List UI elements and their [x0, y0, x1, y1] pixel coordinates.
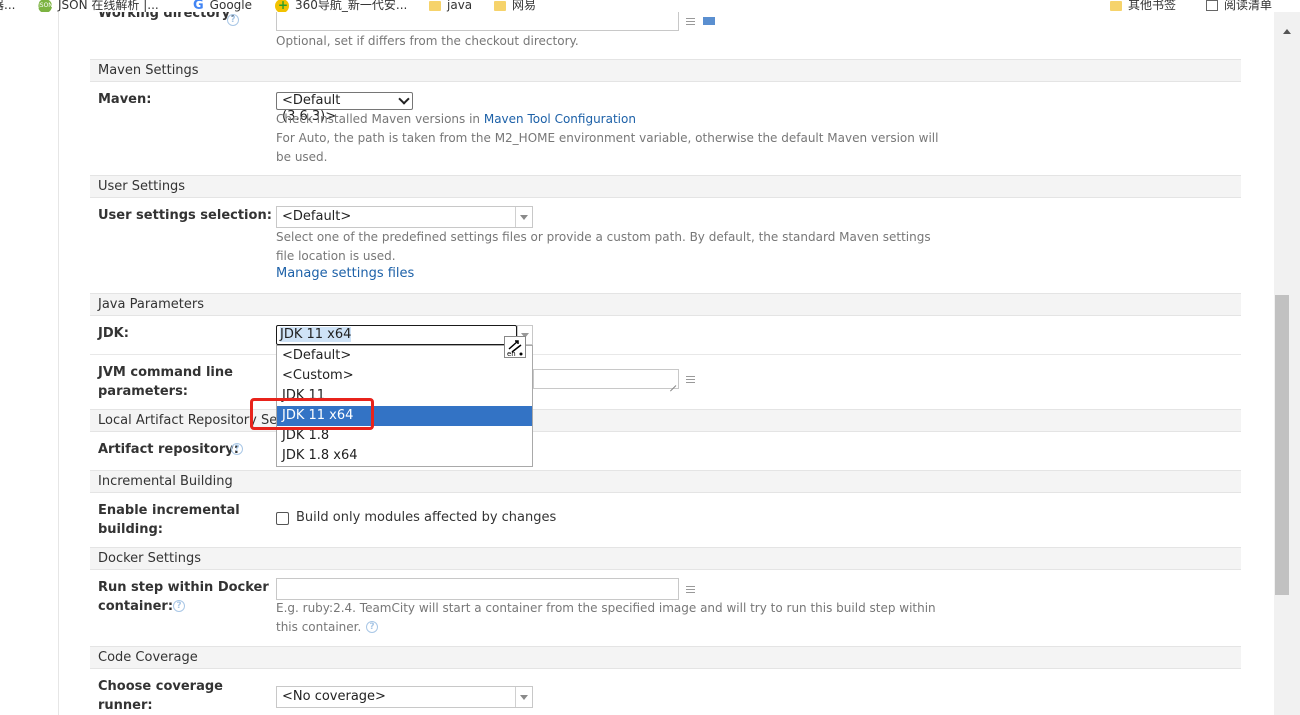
section-code-coverage: Code Coverage: [90, 646, 1241, 669]
jvm-params-input[interactable]: [533, 369, 679, 389]
tree-icon[interactable]: [703, 17, 715, 25]
jvm-label: JVM command line parameters:: [98, 365, 233, 399]
incremental-checkbox[interactable]: [276, 512, 289, 525]
ime-arrows-icon: en: [507, 340, 523, 358]
section-maven-settings: Maven Settings: [90, 59, 1241, 82]
help-icon[interactable]: ?: [231, 443, 243, 455]
incremental-label: Enable incremental building:: [98, 503, 240, 537]
bookmark-json[interactable]: JSON JSON 在线解析 |...: [38, 0, 159, 12]
json-icon: JSON: [38, 0, 53, 12]
svg-text:en: en: [507, 350, 516, 357]
chevron-down-icon[interactable]: [515, 207, 532, 227]
section-incremental-building: Incremental Building: [90, 470, 1241, 493]
user-settings-hint-2: file location is used.: [276, 249, 396, 263]
maven-label: Maven:: [98, 92, 152, 107]
bookmark-google[interactable]: G Google: [193, 0, 252, 12]
docker-hint-2: this container.: [276, 620, 362, 634]
maven-hint: Check installed Maven versions in Maven …: [276, 112, 636, 126]
edit-icon[interactable]: [686, 586, 695, 593]
annotation-highlight-box: [250, 398, 374, 430]
section-docker-settings: Docker Settings: [90, 547, 1241, 570]
working-directory-hint: Optional, set if differs from the checko…: [276, 34, 579, 48]
chevron-down-icon: [398, 93, 410, 105]
bookmarks-bar: 器... JSONJSON 在线解析 |... GGoogle 360导航_新一…: [0, 0, 1300, 12]
resize-handle[interactable]: [670, 380, 676, 386]
scrollbar-thumb[interactable]: [1275, 295, 1289, 595]
bookmark-other[interactable]: 其他书签: [1110, 0, 1176, 12]
section-java-parameters: Java Parameters: [90, 293, 1241, 316]
working-directory-label: Working directory:: [98, 12, 236, 21]
frame-divider: [58, 12, 59, 715]
docker-image-input[interactable]: [276, 578, 679, 600]
bookmark-cut[interactable]: 器...: [0, 0, 15, 12]
working-directory-input[interactable]: [276, 12, 679, 31]
help-icon[interactable]: ?: [227, 14, 239, 26]
folder-icon: [494, 0, 506, 11]
page-scrollbar[interactable]: [1274, 12, 1300, 715]
scroll-up-arrow-icon[interactable]: [1283, 29, 1291, 34]
settings-page: Working directory: ? Optional, set if di…: [0, 12, 1274, 715]
folder-icon: [1110, 0, 1122, 11]
row-divider: [90, 354, 1241, 355]
user-settings-hint: Select one of the predefined settings fi…: [276, 230, 931, 244]
maven-select[interactable]: <Default (3.6.3)>: [276, 92, 413, 124]
maven-hint-3: be used.: [276, 150, 328, 164]
coverage-select[interactable]: <No coverage>: [276, 686, 533, 708]
docker-hint: E.g. ruby:2.4. TeamCity will start a con…: [276, 601, 936, 615]
user-settings-select[interactable]: <Default>: [276, 206, 533, 228]
maven-tool-config-link[interactable]: Maven Tool Configuration: [484, 112, 636, 126]
reading-list[interactable]: 阅读清单: [1206, 0, 1272, 12]
google-icon: G: [193, 0, 204, 12]
jdk-label: JDK:: [98, 326, 129, 341]
manage-settings-link[interactable]: Manage settings files: [276, 266, 414, 281]
artifact-repository-label: Artifact repository:: [98, 442, 239, 457]
edit-icon[interactable]: [686, 18, 695, 25]
help-icon[interactable]: ?: [173, 600, 185, 612]
ime-indicator-icon: en: [504, 336, 526, 358]
bookmark-wangyi[interactable]: 网易: [494, 0, 536, 12]
folder-icon: [429, 0, 441, 11]
jdk-option-custom[interactable]: <Custom>: [277, 366, 532, 386]
coverage-label: Choose coverage runner:: [98, 679, 223, 713]
edit-icon[interactable]: [686, 376, 695, 383]
incremental-checkbox-label[interactable]: Build only modules affected by changes: [296, 510, 556, 525]
chevron-down-icon[interactable]: [515, 687, 532, 707]
jdk-option-jdk18-x64[interactable]: JDK 1.8 x64: [277, 446, 532, 466]
help-icon[interactable]: ?: [366, 621, 378, 633]
bookmark-360[interactable]: 360导航_新一代安...: [275, 0, 407, 12]
bookmark-java[interactable]: java: [429, 0, 472, 12]
jdk-input[interactable]: JDK 11 x64: [276, 325, 517, 345]
maven-hint-2: For Auto, the path is taken from the M2_…: [276, 131, 939, 145]
360-icon: [275, 0, 289, 12]
docker-label: Run step within Docker container:: [98, 580, 269, 614]
reading-list-icon: [1206, 0, 1218, 11]
jdk-option-default[interactable]: <Default>: [277, 346, 532, 366]
section-user-settings: User Settings: [90, 175, 1241, 198]
user-settings-label: User settings selection:: [98, 208, 272, 223]
